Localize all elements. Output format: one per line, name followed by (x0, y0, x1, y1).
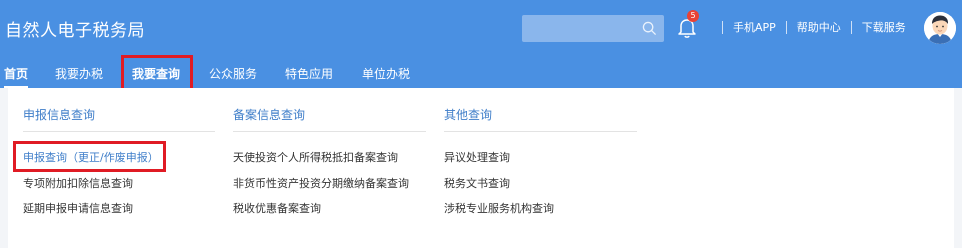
menu-link-filing-query[interactable]: 申报查询（更正/作废申报） (23, 149, 159, 165)
nav-item-employer-tax[interactable]: 单位办税 (362, 60, 410, 88)
menu-link-tax-document-query[interactable]: 税务文书查询 (444, 175, 510, 191)
divider (233, 131, 426, 132)
nav-item-tax-filing[interactable]: 我要办税 (55, 60, 103, 88)
nav-item-home[interactable]: 首页 (4, 60, 29, 88)
column-title: 其他查询 (444, 108, 493, 122)
divider (850, 20, 852, 34)
divider (23, 131, 215, 132)
nav-item-public-service[interactable]: 公众服务 (209, 60, 257, 88)
notification-badge: 5 (687, 10, 699, 22)
app-title: 自然人电子税务局 (5, 21, 145, 41)
menu-link-special-deduction-query[interactable]: 专项附加扣除信息查询 (23, 175, 133, 191)
mobile-app-link[interactable]: 手机APP (733, 19, 776, 35)
main-nav: 首页 我要办税 我要查询 公众服务 特色应用 单位办税 (0, 60, 600, 88)
nav-item-special-apps[interactable]: 特色应用 (285, 60, 333, 88)
menu-link-extension-query[interactable]: 延期申报申请信息查询 (23, 200, 133, 216)
column-title: 申报信息查询 (23, 108, 96, 122)
search-input[interactable] (522, 15, 664, 42)
column-title: 备案信息查询 (233, 108, 306, 122)
divider (785, 20, 787, 34)
menu-link-tax-agency-query[interactable]: 涉税专业服务机构查询 (444, 200, 554, 216)
avatar[interactable] (924, 12, 956, 44)
help-center-link[interactable]: 帮助中心 (797, 19, 841, 35)
divider (722, 20, 723, 34)
dropdown-panel: 申报信息查询 申报查询（更正/作废申报） 专项附加扣除信息查询 延期申报申请信息… (8, 88, 954, 248)
nav-item-query[interactable]: 我要查询 (132, 60, 180, 88)
search-icon[interactable] (642, 21, 657, 36)
download-service-link[interactable]: 下载服务 (862, 19, 906, 35)
header-bar: 自然人电子税务局 5 手机APP 帮助中心 下载服务 首页 我要办税 我要查询 … (0, 0, 962, 88)
menu-link-objection-query[interactable]: 异议处理查询 (444, 149, 510, 165)
top-links: 手机APP 帮助中心 下载服务 (712, 19, 906, 35)
menu-link-tax-preference-query[interactable]: 税收优惠备案查询 (233, 200, 321, 216)
avatar-icon (924, 12, 956, 44)
menu-link-angel-investment-query[interactable]: 天使投资个人所得税抵扣备案查询 (233, 149, 398, 165)
menu-link-non-monetary-asset-query[interactable]: 非货币性资产投资分期缴纳备案查询 (233, 175, 409, 191)
divider (444, 131, 637, 132)
